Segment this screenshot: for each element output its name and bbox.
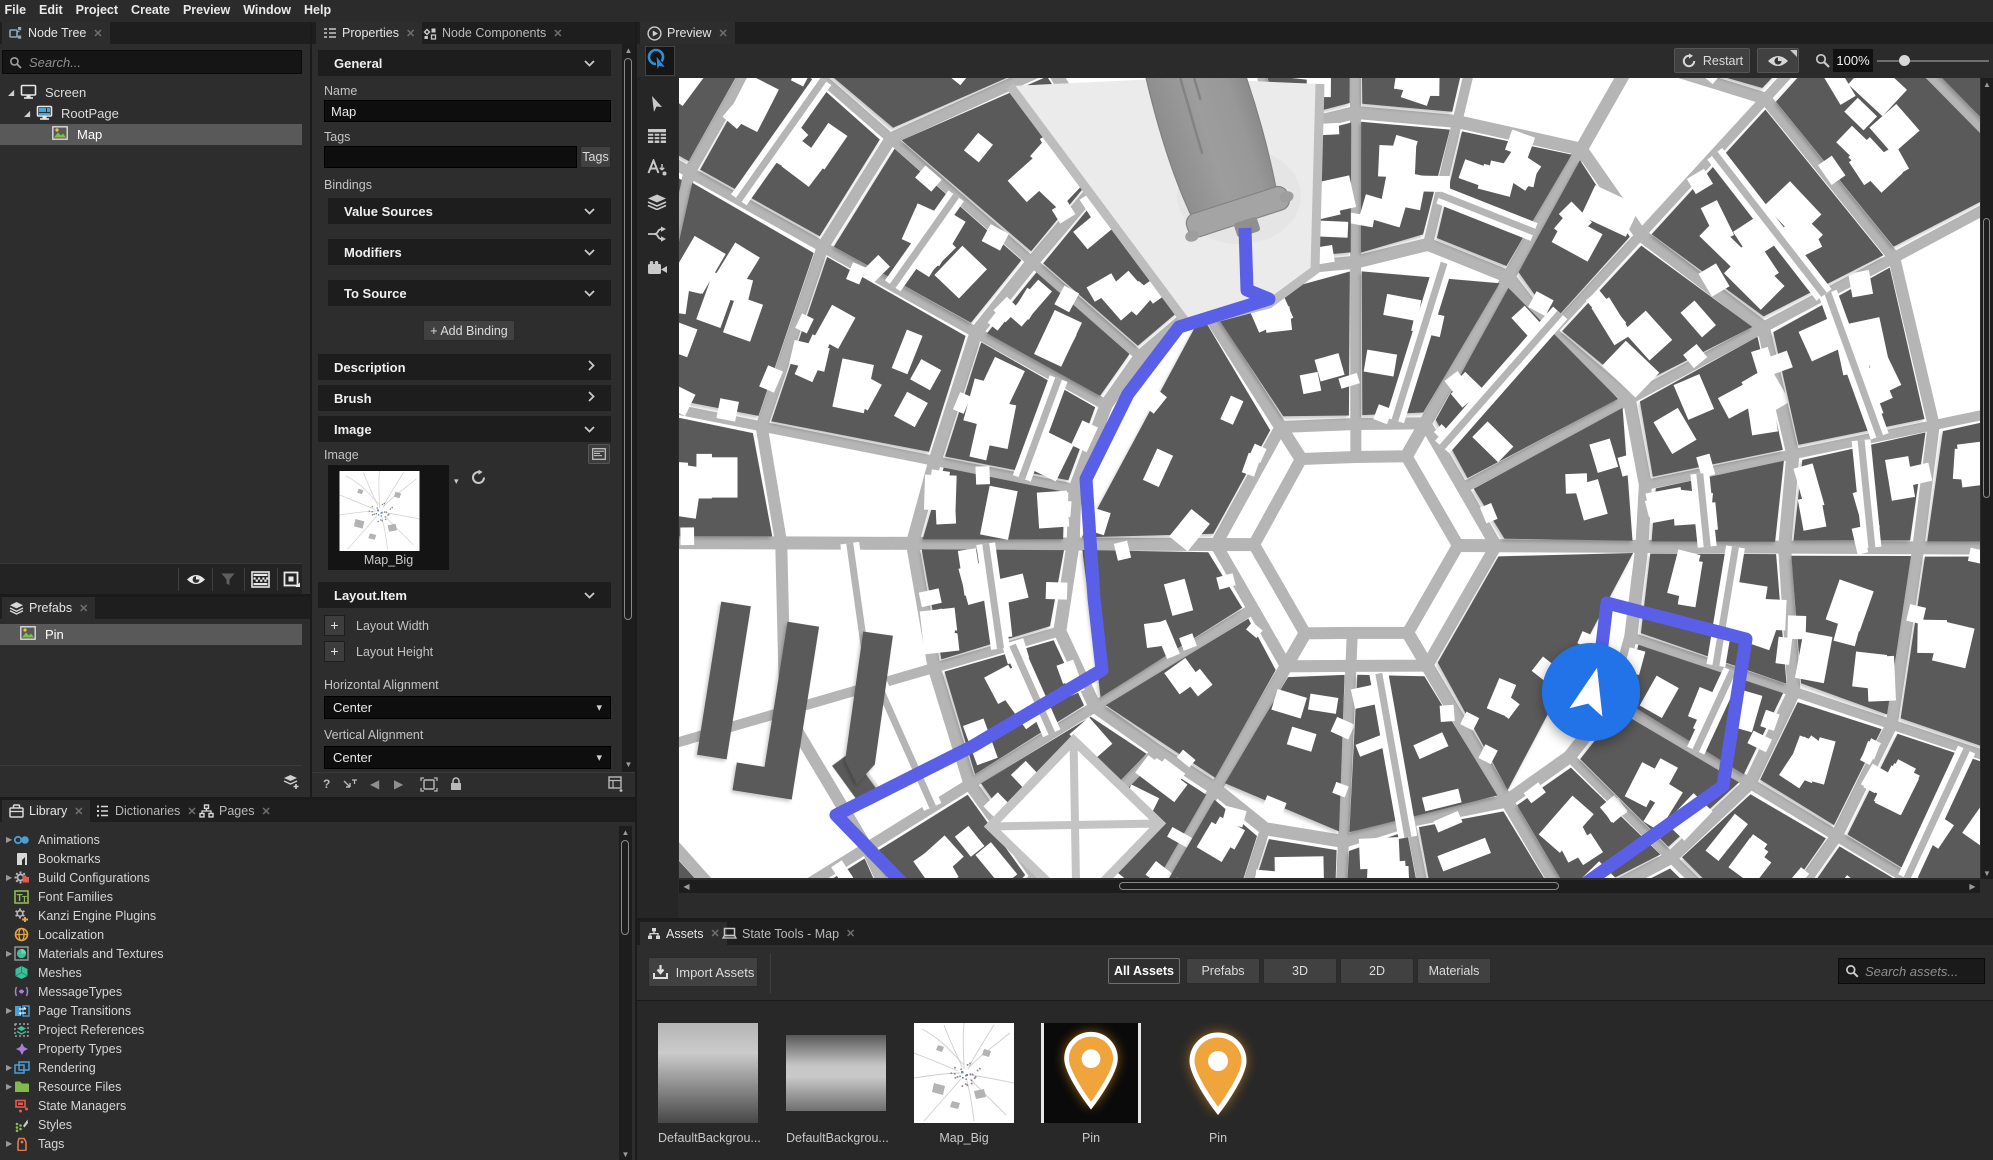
svg-text:T: T [22, 895, 27, 904]
